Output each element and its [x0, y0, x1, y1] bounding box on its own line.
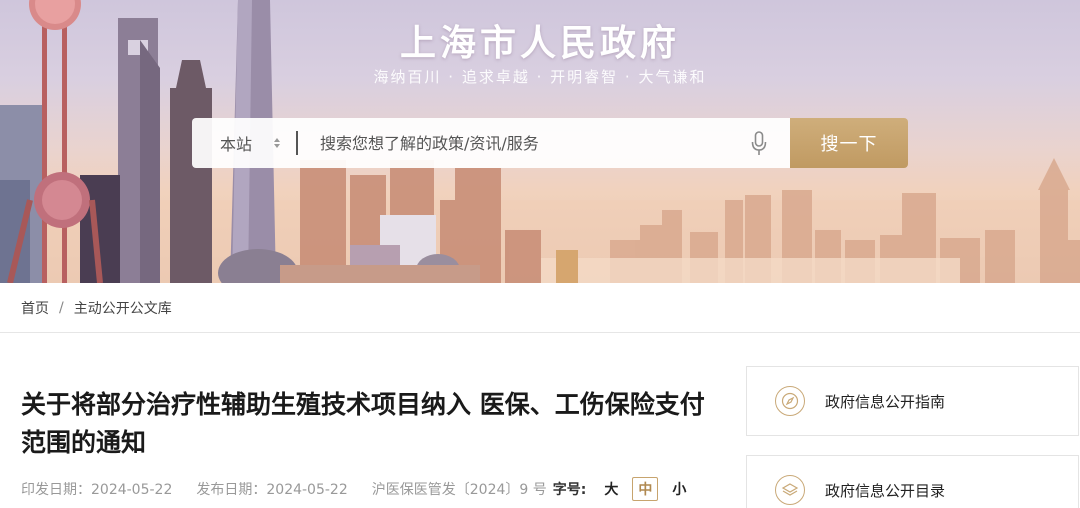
breadcrumb-home-link[interactable]: 首页	[21, 298, 49, 318]
search-scope-label: 本站	[220, 135, 253, 154]
header-banner: 上海市人民政府 海纳百川 · 追求卓越 · 开明睿智 · 大气谦和 本站 搜一下	[0, 0, 1080, 283]
font-size-medium-button[interactable]: 中	[632, 477, 659, 501]
search-scope-select[interactable]: 本站	[220, 132, 281, 154]
breadcrumb-separator: /	[59, 299, 64, 316]
article-meta: 印发日期：2024-05-22 发布日期：2024-05-22 沪医保医管发〔2…	[21, 477, 721, 501]
sidebar-item-label: 政府信息公开目录	[825, 481, 946, 500]
search-box: 本站	[192, 118, 790, 168]
site-title: 上海市人民政府	[399, 23, 680, 64]
sort-arrows-icon	[274, 136, 281, 150]
site-slogan: 海纳百川 · 追求卓越 · 开明睿智 · 大气谦和	[373, 68, 707, 86]
compass-icon	[775, 386, 805, 416]
document-number: 沪医保医管发〔2024〕9 号	[371, 482, 547, 498]
search-button[interactable]: 搜一下	[790, 118, 908, 168]
search-divider	[296, 131, 298, 155]
breadcrumb: 首页 / 主动公开公文库	[0, 283, 1080, 333]
sidebar-item-disclosure-catalog[interactable]: 政府信息公开目录	[746, 455, 1079, 508]
sidebar-item-label: 政府信息公开指南	[825, 392, 946, 411]
sidebar-item-disclosure-guide[interactable]: 政府信息公开指南	[746, 366, 1079, 436]
breadcrumb-current-link[interactable]: 主动公开公文库	[74, 298, 172, 318]
publish-date: 发布日期：2024-05-22	[196, 482, 348, 498]
microphone-icon[interactable]	[750, 131, 768, 157]
font-size-small-button[interactable]: 小	[666, 477, 692, 501]
print-date: 印发日期：2024-05-22	[21, 482, 173, 498]
layers-icon	[775, 475, 805, 505]
article-title: 关于将部分治疗性辅助生殖技术项目纳入 医保、工伤保险支付范围的通知	[21, 390, 705, 457]
search-input[interactable]	[320, 128, 720, 158]
font-size-label: 字号:	[552, 482, 587, 498]
font-size-large-button[interactable]: 大	[598, 477, 624, 501]
